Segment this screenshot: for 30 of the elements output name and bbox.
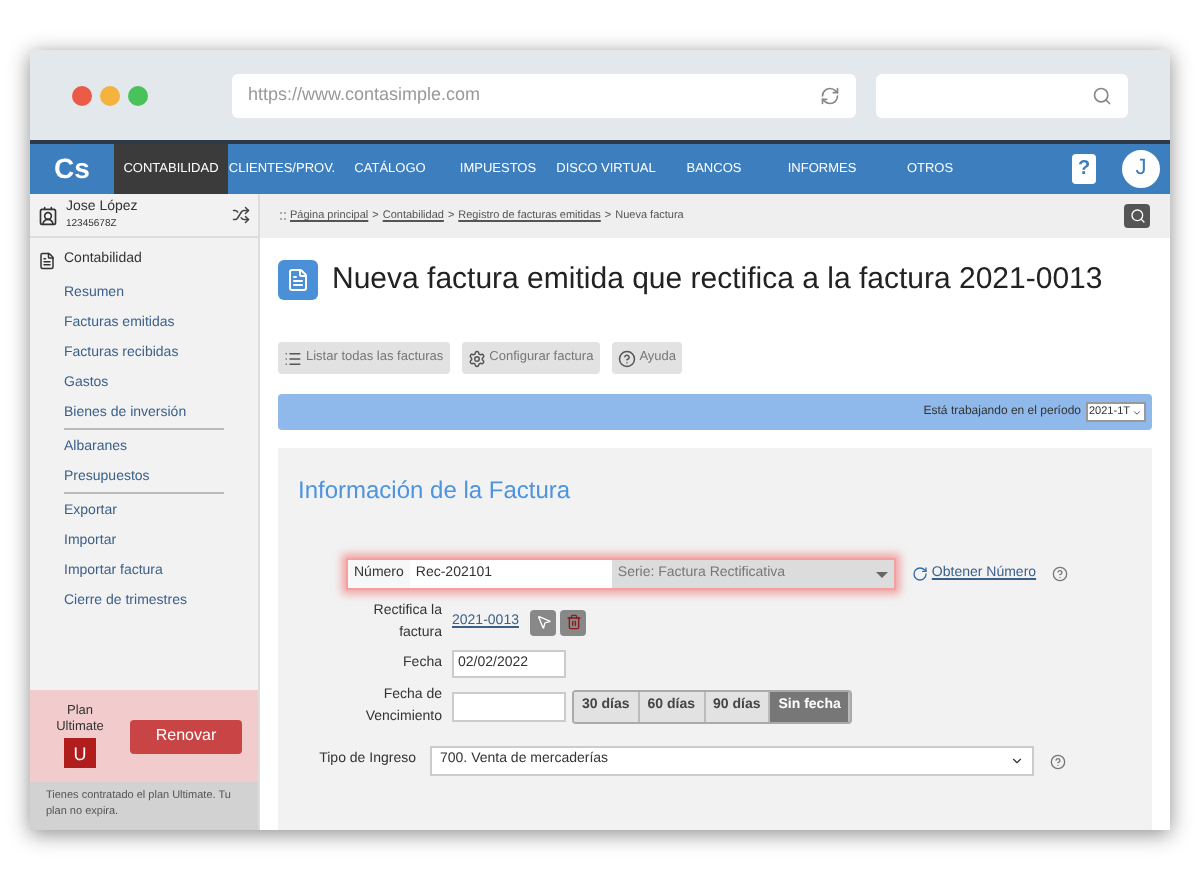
search-button[interactable] xyxy=(1124,204,1150,228)
chevron-down-icon xyxy=(1010,754,1024,768)
renew-button[interactable]: Renovar xyxy=(130,719,242,753)
search-field[interactable] xyxy=(876,73,1128,117)
reload-icon[interactable] xyxy=(820,85,841,105)
search-icon xyxy=(1129,208,1145,224)
help-icon[interactable] xyxy=(1050,753,1066,769)
help-icon[interactable] xyxy=(1052,566,1069,582)
refresh-icon xyxy=(911,566,928,582)
pointer-icon xyxy=(535,614,552,630)
plan-badge: U xyxy=(64,738,96,768)
url-text: https://www.contasimple.com xyxy=(248,81,483,108)
page-title: Nueva factura emitida que rectifica a la factura 2021-0013 xyxy=(332,259,1103,300)
chevron-down-icon xyxy=(1132,407,1142,417)
contact-card-icon xyxy=(38,205,58,225)
logo: Cs xyxy=(52,150,92,188)
document-icon xyxy=(38,251,56,270)
help-icon xyxy=(617,349,636,367)
user-avatar[interactable]: J xyxy=(1120,148,1162,190)
form-title: Información de la Factura xyxy=(298,474,573,508)
gear-icon xyxy=(467,349,486,367)
switch-icon[interactable] xyxy=(232,206,250,224)
search-icon xyxy=(1092,85,1112,105)
list-icon xyxy=(284,349,302,367)
due-date-field[interactable] xyxy=(452,691,566,721)
delete-button[interactable] xyxy=(560,609,587,635)
caret-icon xyxy=(875,571,888,577)
help-button[interactable]: ? xyxy=(1072,154,1096,184)
trash-icon xyxy=(565,614,582,630)
document-icon xyxy=(278,260,318,300)
